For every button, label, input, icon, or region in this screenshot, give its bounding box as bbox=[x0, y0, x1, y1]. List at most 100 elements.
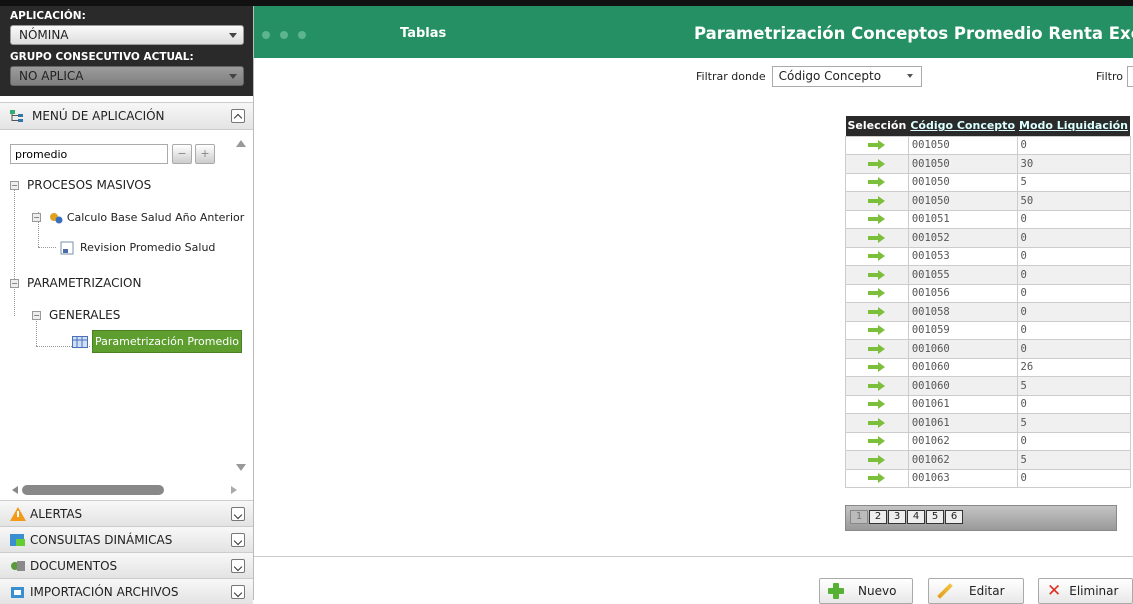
tree-collapse-icon[interactable]: − bbox=[10, 279, 19, 288]
select-arrow-icon[interactable] bbox=[867, 214, 887, 225]
table-row[interactable]: 001056 0 bbox=[845, 283, 1131, 303]
select-row-cell[interactable] bbox=[845, 283, 909, 303]
tree-collapse-icon[interactable]: − bbox=[32, 311, 41, 320]
select-row-cell[interactable] bbox=[845, 209, 909, 229]
menu-search-input[interactable] bbox=[10, 144, 168, 164]
table-row[interactable]: 001050 50 bbox=[845, 191, 1131, 211]
tree-node-parametrizacion-promedio[interactable]: Parametrización Promedio bbox=[72, 330, 243, 353]
chevron-down-icon[interactable] bbox=[231, 533, 245, 547]
tree-node-parametrizacion[interactable]: − PARAMETRIZACION bbox=[10, 276, 141, 290]
page-button[interactable]: 3 bbox=[888, 510, 906, 524]
select-row-cell[interactable] bbox=[845, 135, 909, 155]
tree-collapse-icon[interactable]: − bbox=[32, 213, 41, 222]
tree-node-generales[interactable]: − GENERALES bbox=[32, 308, 120, 322]
select-arrow-icon[interactable] bbox=[867, 380, 887, 391]
horizontal-scrollbar[interactable] bbox=[12, 484, 237, 496]
table-row[interactable]: 001061 0 bbox=[845, 394, 1131, 414]
select-row-cell[interactable] bbox=[845, 431, 909, 451]
select-arrow-icon[interactable] bbox=[867, 306, 887, 317]
table-row[interactable]: 001062 0 bbox=[845, 431, 1131, 451]
tree-node-calculo-base[interactable]: − Calculo Base Salud Año Anterior bbox=[32, 210, 244, 224]
filter-field-select[interactable]: Código Concepto bbox=[771, 66, 922, 87]
scroll-up-icon[interactable] bbox=[236, 140, 246, 147]
editar-button[interactable]: Editar bbox=[928, 578, 1024, 604]
select-arrow-icon[interactable] bbox=[867, 473, 887, 484]
page-button[interactable]: 6 bbox=[945, 510, 963, 524]
select-row-cell[interactable] bbox=[845, 302, 909, 322]
select-arrow-icon[interactable] bbox=[867, 399, 887, 410]
page-button[interactable]: 4 bbox=[907, 510, 925, 524]
select-arrow-icon[interactable] bbox=[867, 251, 887, 262]
select-row-cell[interactable] bbox=[845, 265, 909, 285]
table-row[interactable]: 001061 5 bbox=[845, 413, 1131, 433]
grupo-select[interactable]: NO APLICA bbox=[10, 66, 244, 86]
table-row[interactable]: 001060 5 bbox=[845, 376, 1131, 396]
table-row[interactable]: 001058 0 bbox=[845, 302, 1131, 322]
select-row-cell[interactable] bbox=[845, 357, 909, 377]
select-row-cell[interactable] bbox=[845, 228, 909, 248]
select-row-cell[interactable] bbox=[845, 413, 909, 433]
select-arrow-icon[interactable] bbox=[867, 177, 887, 188]
select-arrow-icon[interactable] bbox=[867, 195, 887, 206]
column-header-codigo-concepto[interactable]: Código Concepto bbox=[908, 116, 1017, 136]
table-row[interactable]: 001060 26 bbox=[845, 357, 1131, 377]
select-arrow-icon[interactable] bbox=[867, 343, 887, 354]
expand-all-icon[interactable]: + bbox=[195, 144, 215, 164]
page-button[interactable]: 5 bbox=[926, 510, 944, 524]
tree-node-procesos-masivos[interactable]: − PROCESOS MASIVOS bbox=[10, 178, 151, 192]
app-select[interactable]: NÓMINA bbox=[10, 25, 244, 45]
accordion-alertas[interactable]: ALERTAS bbox=[0, 500, 253, 526]
select-row-cell[interactable] bbox=[845, 172, 909, 192]
accordion-consultas-dinamicas[interactable]: CONSULTAS DINÁMICAS bbox=[0, 526, 253, 552]
column-header-modo-liquidacion[interactable]: Modo Liquidación bbox=[1017, 116, 1130, 136]
select-row-cell[interactable] bbox=[845, 339, 909, 359]
tree-node-revision-promedio[interactable]: Revision Promedio Salud bbox=[60, 240, 215, 255]
select-row-cell[interactable] bbox=[845, 154, 909, 174]
select-arrow-icon[interactable] bbox=[867, 417, 887, 428]
select-row-cell[interactable] bbox=[845, 468, 909, 488]
select-row-cell[interactable] bbox=[845, 394, 909, 414]
select-arrow-icon[interactable] bbox=[867, 288, 887, 299]
select-arrow-icon[interactable] bbox=[867, 325, 887, 336]
chevron-down-icon[interactable] bbox=[231, 559, 245, 573]
scroll-right-icon[interactable] bbox=[231, 486, 237, 494]
tree-collapse-icon[interactable]: − bbox=[10, 181, 19, 190]
table-row[interactable]: 001050 30 bbox=[845, 154, 1131, 174]
table-row[interactable]: 001052 0 bbox=[845, 228, 1131, 248]
page-button[interactable]: 2 bbox=[869, 510, 887, 524]
accordion-importacion-archivos[interactable]: IMPORTACIÓN ARCHIVOS bbox=[0, 578, 253, 604]
table-row[interactable]: 001055 0 bbox=[845, 265, 1131, 285]
scroll-down-icon[interactable] bbox=[236, 464, 246, 471]
accordion-documentos[interactable]: DOCUMENTOS bbox=[0, 552, 253, 578]
select-arrow-icon[interactable] bbox=[867, 454, 887, 465]
eliminar-button[interactable]: ✕ Eliminar bbox=[1038, 578, 1133, 604]
select-arrow-icon[interactable] bbox=[867, 232, 887, 243]
menu-aplicacion-header[interactable]: MENÚ DE APLICACIÓN bbox=[0, 102, 253, 130]
table-row[interactable]: 001060 0 bbox=[845, 339, 1131, 359]
table-row[interactable]: 001051 0 bbox=[845, 209, 1131, 229]
table-row[interactable]: 001063 0 bbox=[845, 468, 1131, 488]
filtro-input[interactable] bbox=[1126, 66, 1133, 87]
collapse-all-icon[interactable]: − bbox=[172, 144, 192, 164]
select-arrow-icon[interactable] bbox=[867, 436, 887, 447]
select-arrow-icon[interactable] bbox=[867, 158, 887, 169]
select-row-cell[interactable] bbox=[845, 246, 909, 266]
nuevo-button[interactable]: Nuevo bbox=[819, 578, 913, 604]
scroll-left-icon[interactable] bbox=[12, 486, 18, 494]
scrollbar-thumb[interactable] bbox=[22, 485, 164, 495]
chevron-down-icon[interactable] bbox=[231, 585, 245, 599]
select-arrow-icon[interactable] bbox=[867, 269, 887, 280]
select-row-cell[interactable] bbox=[845, 320, 909, 340]
select-row-cell[interactable] bbox=[845, 376, 909, 396]
chevron-down-icon[interactable] bbox=[231, 507, 245, 521]
table-row[interactable]: 001050 0 bbox=[845, 135, 1131, 155]
table-row[interactable]: 001053 0 bbox=[845, 246, 1131, 266]
page-button[interactable]: 1 bbox=[850, 510, 868, 524]
select-row-cell[interactable] bbox=[845, 450, 909, 470]
table-row[interactable]: 001050 5 bbox=[845, 172, 1131, 192]
collapse-up-icon[interactable] bbox=[231, 109, 245, 123]
select-row-cell[interactable] bbox=[845, 191, 909, 211]
select-arrow-icon[interactable] bbox=[867, 362, 887, 373]
table-row[interactable]: 001059 0 bbox=[845, 320, 1131, 340]
table-row[interactable]: 001062 5 bbox=[845, 450, 1131, 470]
